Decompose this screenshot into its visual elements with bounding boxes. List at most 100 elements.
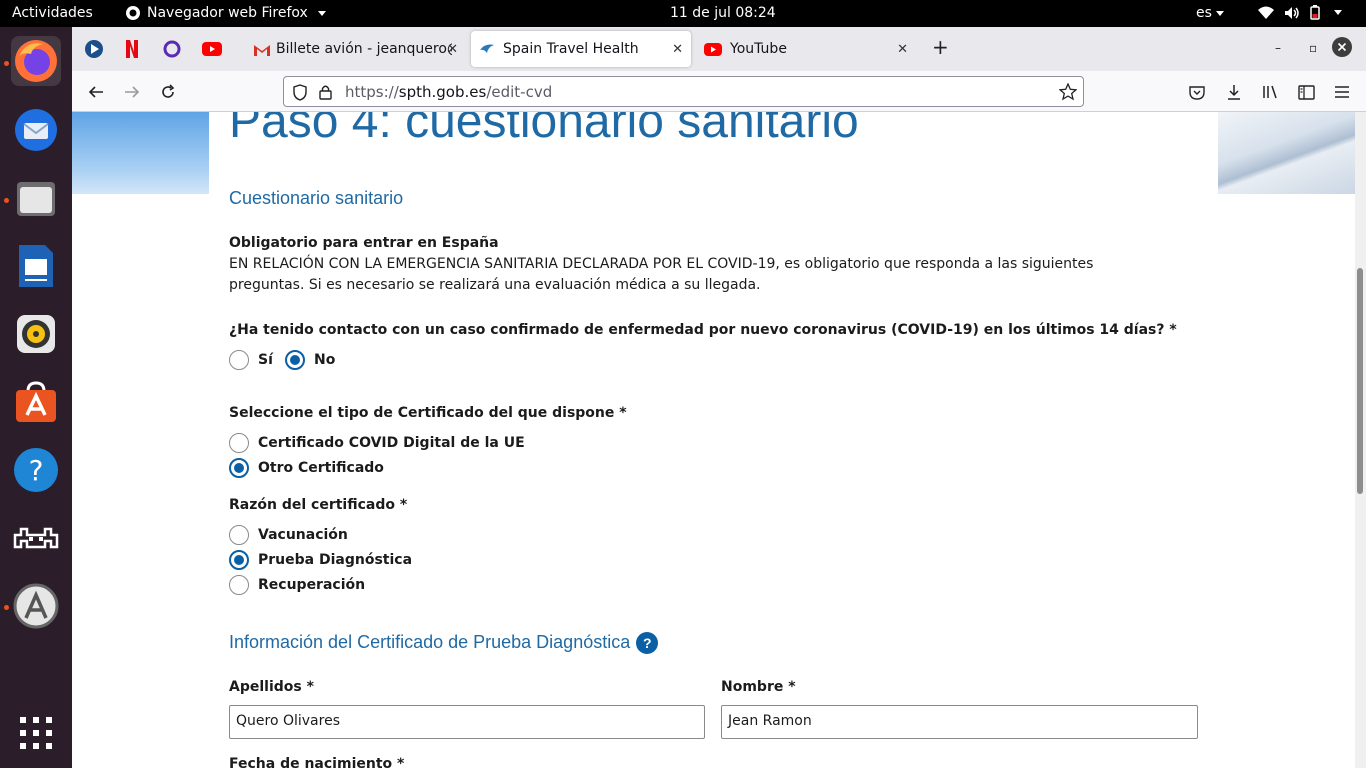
- tracking-protection-icon[interactable]: [292, 84, 308, 101]
- thunderbird-icon: [15, 109, 57, 151]
- pinned-tab-3[interactable]: [162, 39, 182, 59]
- radio-button[interactable]: [229, 433, 249, 453]
- system-tray[interactable]: [1258, 5, 1342, 20]
- radio-button[interactable]: [229, 525, 249, 545]
- running-indicator: [4, 198, 9, 203]
- pocket-button[interactable]: [1186, 81, 1208, 103]
- radio-cert-other[interactable]: Otro Certificado: [229, 458, 384, 478]
- lock-icon[interactable]: [319, 84, 332, 100]
- maximize-icon[interactable]: ▫: [1309, 41, 1317, 55]
- question-contact-label: ¿Ha tenido contacto con un caso confirma…: [229, 322, 1177, 338]
- tab-spain-travel-health[interactable]: Spain Travel Health ✕: [471, 31, 691, 67]
- files-icon: [17, 182, 55, 216]
- window-close-button[interactable]: [1332, 37, 1352, 60]
- radio-button-selected[interactable]: [285, 350, 305, 370]
- radio-reason-diagnostic-test[interactable]: Prueba Diagnóstica: [229, 550, 412, 570]
- radio-contact-yes[interactable]: Sí: [229, 350, 273, 370]
- tab-label: YouTube: [730, 41, 787, 57]
- radio-label: Recuperación: [258, 577, 366, 593]
- show-applications-button[interactable]: [11, 708, 61, 758]
- gmail-icon: [254, 44, 270, 56]
- chevron-down-icon: [1215, 10, 1224, 16]
- radio-cert-eu-digital[interactable]: Certificado COVID Digital de la UE: [229, 433, 525, 453]
- minimize-icon[interactable]: –: [1275, 41, 1281, 55]
- url-prefix: https://: [345, 83, 399, 101]
- first-name-input[interactable]: Jean Ramon: [721, 705, 1198, 739]
- pinned-tab-netflix[interactable]: [122, 39, 142, 59]
- clock[interactable]: 11 de jul 08:24: [670, 5, 776, 21]
- back-button[interactable]: [85, 81, 107, 103]
- url-text[interactable]: https://spth.gob.es/edit-cvd: [345, 83, 552, 101]
- close-tab-icon[interactable]: ✕: [447, 42, 458, 57]
- reload-icon: [162, 84, 175, 98]
- help-icon: ?: [14, 448, 58, 492]
- radio-button-selected[interactable]: [229, 550, 249, 570]
- dock-software[interactable]: [11, 377, 61, 427]
- scrollbar-thumb[interactable]: [1357, 268, 1363, 494]
- volume-icon: [1285, 6, 1299, 19]
- chevron-down-icon: [317, 10, 326, 16]
- new-tab-button[interactable]: +: [932, 35, 949, 59]
- dock-firefox[interactable]: [11, 36, 61, 86]
- sidebar-button[interactable]: [1295, 81, 1317, 103]
- tab-label: Spain Travel Health: [503, 41, 639, 57]
- tab-youtube[interactable]: YouTube ✕: [696, 31, 916, 67]
- activities-button[interactable]: Actividades: [12, 5, 93, 21]
- wifi-icon: [1258, 6, 1274, 19]
- pinned-tab-1[interactable]: [84, 39, 104, 59]
- dock-files[interactable]: [11, 173, 61, 223]
- radio-button[interactable]: [229, 350, 249, 370]
- svg-text:?: ?: [29, 454, 44, 487]
- radio-button-selected[interactable]: [229, 458, 249, 478]
- question-certificate-reason-label: Razón del certificado *: [229, 497, 408, 513]
- radio-button[interactable]: [229, 575, 249, 595]
- pinned-tab-youtube[interactable]: [202, 39, 222, 59]
- radio-label: Prueba Diagnóstica: [258, 552, 413, 568]
- tab-label: Billete avión - jeanquero@: [276, 41, 452, 57]
- mandatory-text: EN RELACIÓN CON LA EMERGENCIA SANITARIA …: [229, 256, 1094, 293]
- close-tab-icon[interactable]: ✕: [897, 42, 908, 57]
- back-arrow-icon: [88, 86, 103, 98]
- media-player-icon: [85, 40, 103, 58]
- surname-input[interactable]: Quero Olivares: [229, 705, 705, 739]
- bookmark-star-icon[interactable]: [1059, 83, 1077, 101]
- reload-button[interactable]: [157, 81, 179, 103]
- radio-label: Sí: [258, 352, 273, 368]
- navigation-toolbar: https://spth.gob.es/edit-cvd: [72, 71, 1366, 112]
- sidebar-icon: [1297, 84, 1315, 100]
- radio-label: Otro Certificado: [258, 460, 384, 476]
- youtube-icon: [202, 42, 222, 56]
- radio-reason-recovery[interactable]: Recuperación: [229, 575, 365, 595]
- tab-gmail[interactable]: Billete avión - jeanquero@ ✕: [246, 31, 466, 67]
- app-menu[interactable]: Navegador web Firefox: [125, 5, 326, 21]
- section-title-diagnostic-certificate: Información del Certificado de Prueba Di…: [229, 632, 659, 655]
- dock-retroarch[interactable]: [11, 513, 61, 563]
- forward-arrow-icon: [125, 86, 140, 98]
- close-tab-icon[interactable]: ✕: [672, 42, 683, 57]
- downloads-button[interactable]: [1223, 81, 1245, 103]
- radio-label: No: [314, 352, 336, 368]
- radio-label: Certificado COVID Digital de la UE: [258, 435, 525, 451]
- dock-help[interactable]: ?: [11, 445, 61, 495]
- forward-button[interactable]: [121, 81, 143, 103]
- dock-updater[interactable]: [11, 581, 61, 631]
- running-indicator: [4, 605, 9, 610]
- radio-contact-no[interactable]: No: [285, 350, 335, 370]
- download-icon: [1228, 85, 1240, 100]
- retroarch-icon: [13, 527, 59, 549]
- scrollbar[interactable]: [1355, 112, 1366, 768]
- help-icon[interactable]: ?: [636, 632, 659, 655]
- radio-reason-vaccination[interactable]: Vacunación: [229, 525, 348, 545]
- hero-image-left: [72, 112, 209, 194]
- app-menu-button[interactable]: [1331, 81, 1353, 103]
- url-bar[interactable]: https://spth.gob.es/edit-cvd: [283, 76, 1084, 107]
- system-top-bar: Actividades Navegador web Firefox 11 de …: [0, 0, 1366, 27]
- hero-image-right: [1218, 112, 1355, 194]
- dock-writer[interactable]: [11, 241, 61, 291]
- library-button[interactable]: [1259, 81, 1281, 103]
- language-indicator[interactable]: es: [1196, 5, 1224, 21]
- dock-thunderbird[interactable]: [11, 105, 61, 155]
- libreoffice-writer-icon: [19, 245, 53, 287]
- dock-rhythmbox[interactable]: [11, 309, 61, 359]
- app-icon: [163, 40, 181, 58]
